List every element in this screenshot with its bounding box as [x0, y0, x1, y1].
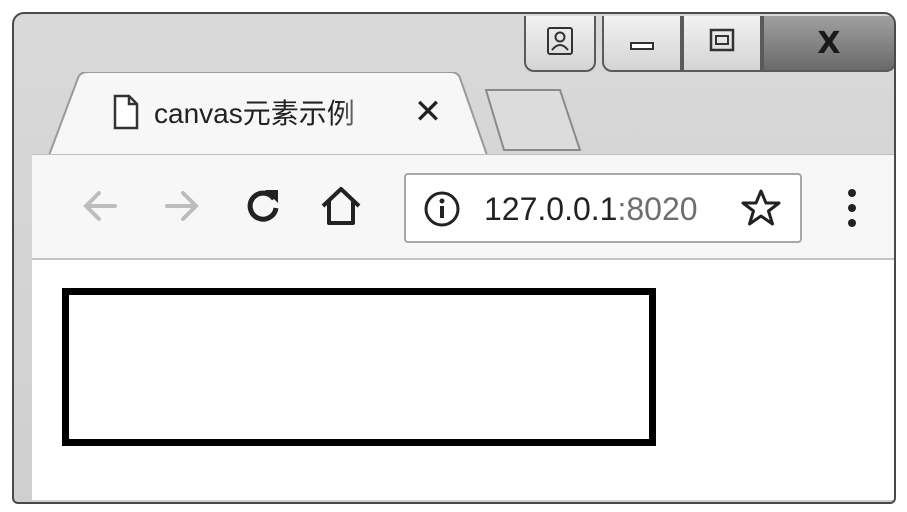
reload-icon	[243, 186, 283, 231]
user-icon	[545, 26, 575, 61]
browser-toolbar: 127.0.0.1:8020	[32, 154, 894, 260]
maximize-button[interactable]	[682, 16, 762, 72]
minimize-button[interactable]	[602, 16, 682, 72]
browser-window: X canvas元素示例 ✕ 127.0.0.1:8020	[12, 12, 896, 504]
url-port: :8020	[617, 191, 698, 227]
more-vertical-icon[interactable]	[842, 185, 862, 236]
tab-title: canvas元素示例	[154, 98, 355, 129]
new-tab-button[interactable]	[482, 88, 582, 161]
canvas-element	[62, 288, 656, 446]
address-bar[interactable]: 127.0.0.1:8020	[404, 173, 802, 243]
home-icon	[319, 185, 363, 232]
minimize-icon	[627, 26, 657, 61]
page-content	[32, 260, 894, 500]
tab-active[interactable]: canvas元素示例 ✕	[48, 72, 488, 158]
forward-arrow-icon	[161, 186, 201, 231]
back-button[interactable]	[78, 185, 124, 231]
maximize-icon	[707, 26, 737, 61]
back-arrow-icon	[81, 186, 121, 231]
tab-close-icon[interactable]: ✕	[408, 90, 448, 134]
reload-button[interactable]	[240, 185, 286, 231]
close-icon: X	[817, 25, 841, 61]
forward-button[interactable]	[158, 185, 204, 231]
url-host: 127.0.0.1	[484, 191, 618, 227]
user-profile-button[interactable]	[524, 16, 596, 72]
info-icon[interactable]	[422, 189, 462, 234]
home-button[interactable]	[318, 185, 364, 231]
close-window-button[interactable]: X	[762, 16, 894, 72]
star-icon[interactable]	[740, 187, 782, 234]
url-text[interactable]: 127.0.0.1:8020	[484, 187, 714, 231]
